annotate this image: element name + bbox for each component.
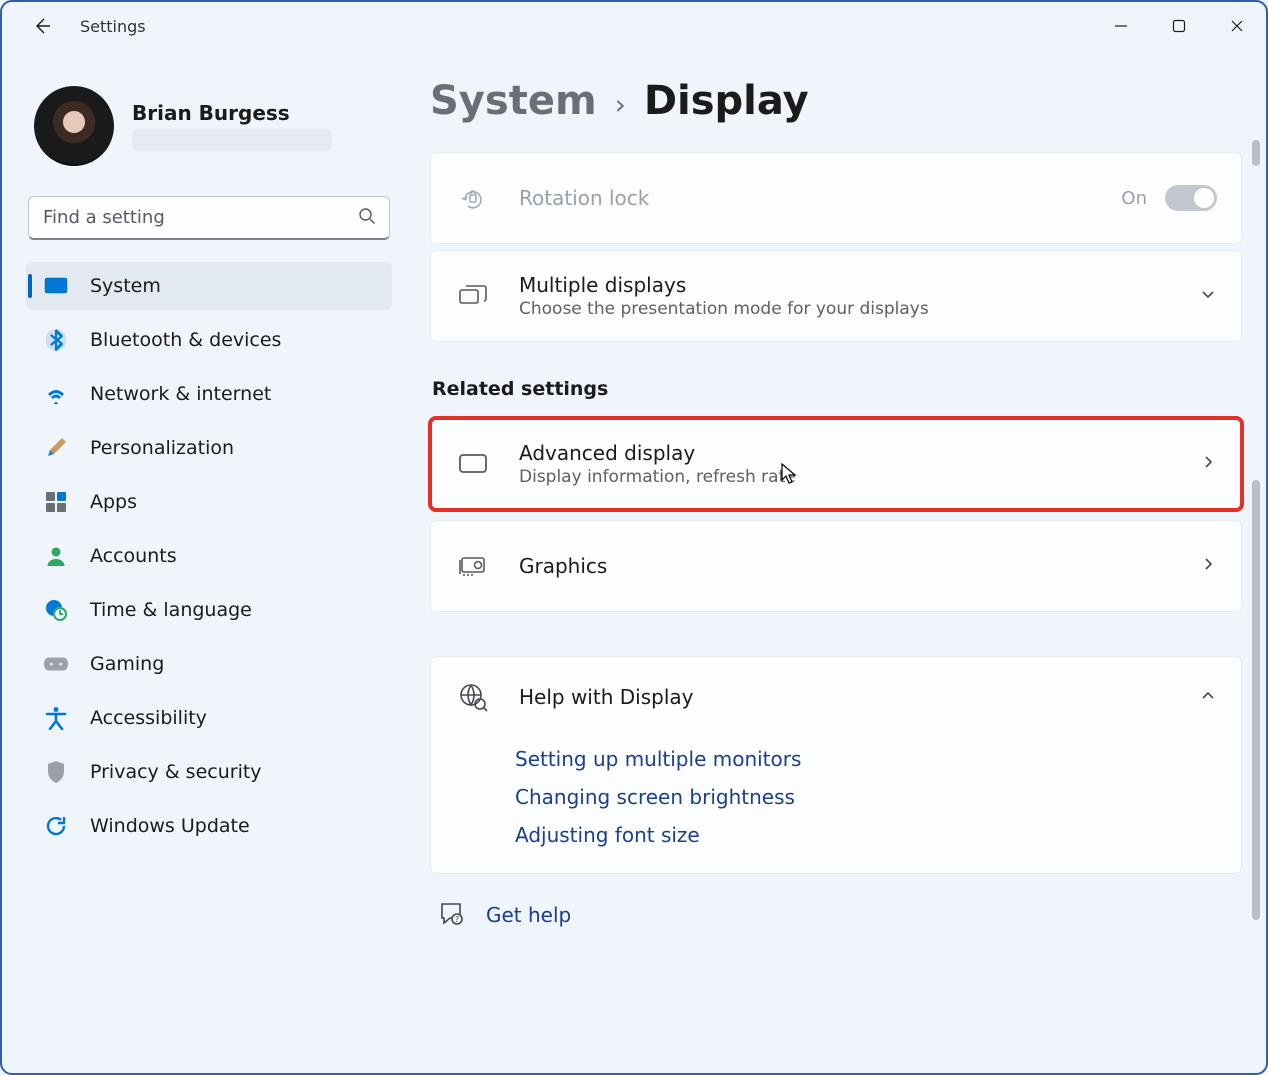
- chevron-up-icon: [1199, 686, 1217, 708]
- rotation-lock-title: Rotation lock: [519, 186, 649, 210]
- svg-text:?: ?: [455, 915, 459, 924]
- scrollbar-thumb[interactable]: [1252, 480, 1260, 920]
- breadcrumb: System › Display: [430, 78, 1242, 124]
- back-arrow-icon: [32, 16, 52, 36]
- sidebar-item-label: Bluetooth & devices: [90, 329, 281, 351]
- advanced-display-sub: Display information, refresh rate: [519, 467, 796, 487]
- rotation-lock-card: Rotation lock On: [430, 152, 1242, 244]
- sidebar-item-label: Accounts: [90, 545, 177, 567]
- help-with-display-header[interactable]: Help with Display: [431, 657, 1241, 737]
- multiple-displays-card: Multiple displays Choose the presentatio…: [430, 250, 1242, 342]
- sidebar-item-label: Privacy & security: [90, 761, 262, 783]
- help-with-display-title: Help with Display: [519, 685, 693, 709]
- sidebar-item-label: System: [90, 275, 161, 297]
- globe-clock-icon: [44, 598, 68, 622]
- paintbrush-icon: [44, 436, 68, 460]
- rotation-lock-state: On: [1121, 188, 1147, 209]
- sidebar-item-accounts[interactable]: Accounts: [26, 532, 392, 580]
- sidebar-item-update[interactable]: Windows Update: [26, 802, 392, 850]
- sidebar-item-privacy[interactable]: Privacy & security: [26, 748, 392, 796]
- graphics-row[interactable]: Graphics: [431, 521, 1241, 611]
- gpu-icon: [457, 550, 489, 582]
- advanced-display-card: Advanced display Display information, re…: [430, 418, 1242, 510]
- help-link-screen-brightness[interactable]: Changing screen brightness: [515, 785, 1217, 809]
- person-icon: [44, 544, 68, 568]
- graphics-title: Graphics: [519, 554, 607, 578]
- multiple-displays-row[interactable]: Multiple displays Choose the presentatio…: [431, 251, 1241, 341]
- get-help-icon: ?: [438, 900, 464, 930]
- wifi-icon: [44, 382, 68, 406]
- close-icon: [1230, 19, 1244, 33]
- sidebar-item-apps[interactable]: Apps: [26, 478, 392, 526]
- bluetooth-icon: [44, 328, 68, 352]
- rotation-lock-row: Rotation lock On: [431, 153, 1241, 243]
- minimize-icon: [1114, 19, 1128, 33]
- related-settings-heading: Related settings: [432, 378, 1242, 400]
- rotation-lock-toggle: [1165, 185, 1217, 211]
- help-link-font-size[interactable]: Adjusting font size: [515, 823, 1217, 847]
- sidebar-item-accessibility[interactable]: Accessibility: [26, 694, 392, 742]
- monitor-icon: [457, 448, 489, 480]
- titlebar: Settings: [2, 2, 1266, 50]
- profile-name: Brian Burgess: [132, 101, 332, 125]
- maximize-button[interactable]: [1150, 6, 1208, 46]
- advanced-display-title: Advanced display: [519, 441, 796, 465]
- sidebar-item-bluetooth[interactable]: Bluetooth & devices: [26, 316, 392, 364]
- sidebar-item-label: Gaming: [90, 653, 164, 675]
- multiple-displays-title: Multiple displays: [519, 273, 929, 297]
- apps-icon: [44, 490, 68, 514]
- breadcrumb-root[interactable]: System: [430, 78, 597, 124]
- multiple-displays-icon: [457, 280, 489, 312]
- help-with-display-card: Help with Display Setting up multiple mo…: [430, 656, 1242, 874]
- sidebar-item-label: Personalization: [90, 437, 234, 459]
- system-icon: [44, 274, 68, 298]
- avatar: [34, 86, 114, 166]
- sidebar: Brian Burgess System: [2, 50, 402, 1073]
- sidebar-item-label: Network & internet: [90, 383, 271, 405]
- globe-search-icon: [457, 681, 489, 713]
- rotation-lock-icon: [457, 182, 489, 214]
- accessibility-icon: [44, 706, 68, 730]
- back-button[interactable]: [22, 6, 62, 46]
- settings-window: Settings Brian Burgess: [0, 0, 1268, 1075]
- close-button[interactable]: [1208, 6, 1266, 46]
- window-title: Settings: [80, 17, 146, 36]
- help-links-list: Setting up multiple monitors Changing sc…: [431, 737, 1241, 873]
- sidebar-nav: System Bluetooth & devices Network & int…: [26, 262, 392, 850]
- get-help-link[interactable]: Get help: [486, 903, 571, 927]
- chevron-right-icon: ›: [615, 88, 626, 121]
- sidebar-item-time[interactable]: Time & language: [26, 586, 392, 634]
- profile-block[interactable]: Brian Burgess: [26, 80, 392, 190]
- sidebar-item-label: Accessibility: [90, 707, 207, 729]
- multiple-displays-sub: Choose the presentation mode for your di…: [519, 299, 929, 319]
- sidebar-item-personalization[interactable]: Personalization: [26, 424, 392, 472]
- chevron-right-icon: [1199, 453, 1217, 475]
- maximize-icon: [1172, 19, 1186, 33]
- search-container: [28, 196, 390, 240]
- search-input[interactable]: [28, 196, 390, 240]
- window-controls: [1092, 6, 1266, 46]
- shield-icon: [44, 760, 68, 784]
- content-area: System › Display Rotation lock On: [402, 50, 1266, 1073]
- get-help-row: ? Get help: [430, 900, 1242, 930]
- chevron-down-icon: [1199, 285, 1217, 307]
- sidebar-item-label: Apps: [90, 491, 137, 513]
- update-icon: [44, 814, 68, 838]
- page-title: Display: [644, 78, 809, 124]
- chevron-right-icon: [1199, 555, 1217, 577]
- search-icon: [358, 207, 376, 229]
- sidebar-item-system[interactable]: System: [26, 262, 392, 310]
- sidebar-item-network[interactable]: Network & internet: [26, 370, 392, 418]
- sidebar-item-label: Windows Update: [90, 815, 250, 837]
- minimize-button[interactable]: [1092, 6, 1150, 46]
- gamepad-icon: [44, 652, 68, 676]
- sidebar-item-gaming[interactable]: Gaming: [26, 640, 392, 688]
- sidebar-item-label: Time & language: [90, 599, 252, 621]
- help-link-multiple-monitors[interactable]: Setting up multiple monitors: [515, 747, 1217, 771]
- graphics-card: Graphics: [430, 520, 1242, 612]
- scrollbar-thumb-top[interactable]: [1252, 140, 1260, 166]
- advanced-display-row[interactable]: Advanced display Display information, re…: [431, 419, 1241, 509]
- profile-email-redacted: [132, 129, 332, 151]
